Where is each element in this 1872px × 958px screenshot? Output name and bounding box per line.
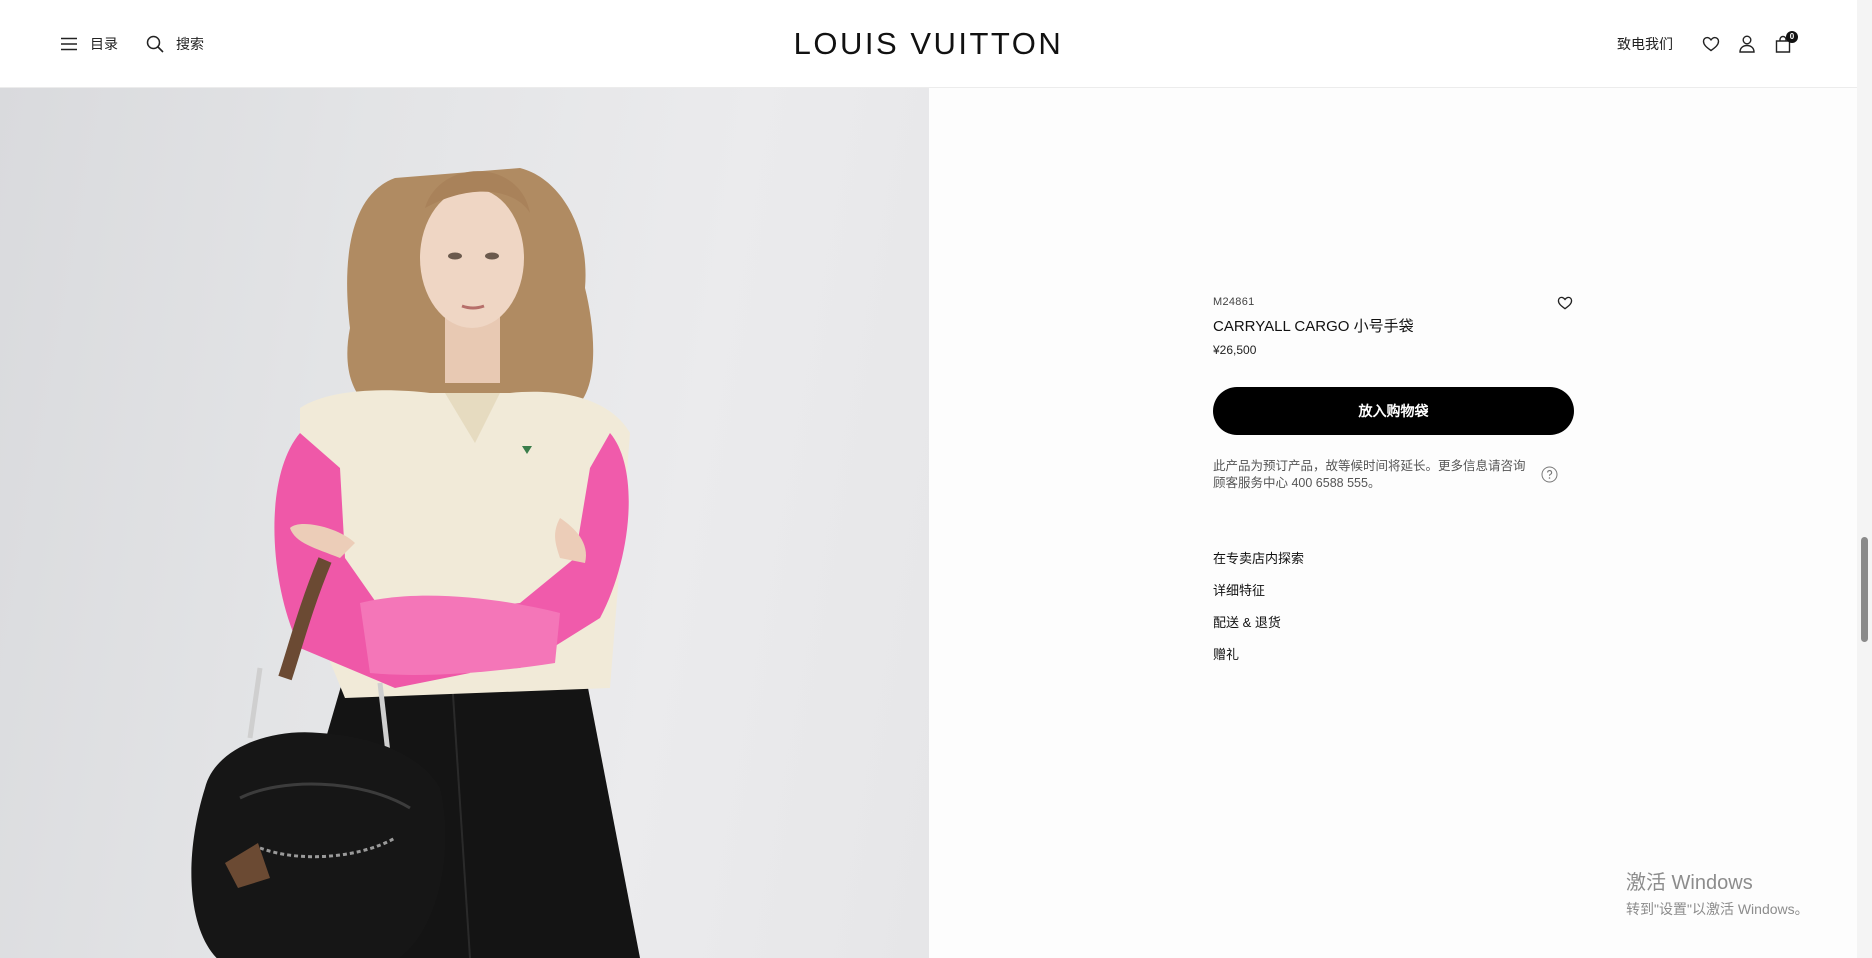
gifting-link[interactable]: 赠礼 [1213, 646, 1304, 678]
product-title: CARRYALL CARGO 小号手袋 [1213, 318, 1414, 335]
windows-activation-watermark: 激活 Windows 转到"设置"以激活 Windows。 [1626, 866, 1809, 919]
product-details-link[interactable]: 详细特征 [1213, 582, 1304, 614]
model-with-bag-image [191, 168, 640, 958]
product-price: ¥26,500 [1213, 343, 1257, 357]
scrollbar-thumb[interactable] [1861, 537, 1868, 642]
site-header: 目录 搜索 LOUIS VUITTON 致电我们 0 [0, 0, 1857, 88]
delivery-returns-link[interactable]: 配送 & 退货 [1213, 614, 1304, 646]
question-circle-icon [1541, 466, 1558, 483]
preorder-notice: 此产品为预订产品，故等候时间将延长。更多信息请咨询顾客服务中心 400 6588… [1213, 459, 1526, 490]
watermark-title: 激活 Windows [1626, 872, 1753, 894]
hamburger-icon [60, 37, 78, 51]
help-button[interactable] [1541, 466, 1558, 488]
cart-button[interactable]: 0 [1769, 30, 1798, 58]
product-summary: M24861 CARRYALL CARGO 小号手袋 ¥26,500 [1213, 296, 1573, 357]
search-icon [146, 35, 164, 53]
cart-count-badge: 0 [1786, 31, 1798, 43]
user-icon [1739, 35, 1755, 53]
product-photo[interactable] [0, 88, 929, 958]
header-right: 致电我们 0 [1617, 0, 1798, 88]
contact-us-link[interactable]: 致电我们 [1617, 34, 1673, 54]
add-to-bag-button[interactable]: 放入购物袋 [1213, 387, 1574, 435]
brand-logo[interactable]: LOUIS VUITTON [794, 26, 1064, 61]
watermark-subtitle: 转到"设置"以激活 Windows。 [1626, 901, 1809, 917]
header-left: 目录 搜索 [60, 0, 204, 88]
heart-icon [1702, 36, 1720, 52]
product-info-panel [929, 88, 1857, 958]
add-to-wishlist-button[interactable] [1557, 296, 1573, 315]
menu-label: 目录 [90, 36, 118, 52]
heart-icon [1557, 296, 1573, 310]
explore-in-store-link[interactable]: 在专卖店内探索 [1213, 550, 1304, 582]
product-links: 在专卖店内探索 详细特征 配送 & 退货 赠礼 [1213, 550, 1304, 678]
brand-logo-wrap: LOUIS VUITTON [0, 26, 1857, 62]
menu-button[interactable]: 目录 [60, 34, 118, 54]
account-button[interactable] [1733, 30, 1761, 58]
wishlist-button[interactable] [1697, 30, 1725, 58]
product-sku: M24861 [1213, 296, 1255, 308]
page-scrollbar[interactable] [1857, 0, 1872, 958]
search-label: 搜索 [176, 36, 204, 52]
search-button[interactable]: 搜索 [146, 34, 204, 54]
